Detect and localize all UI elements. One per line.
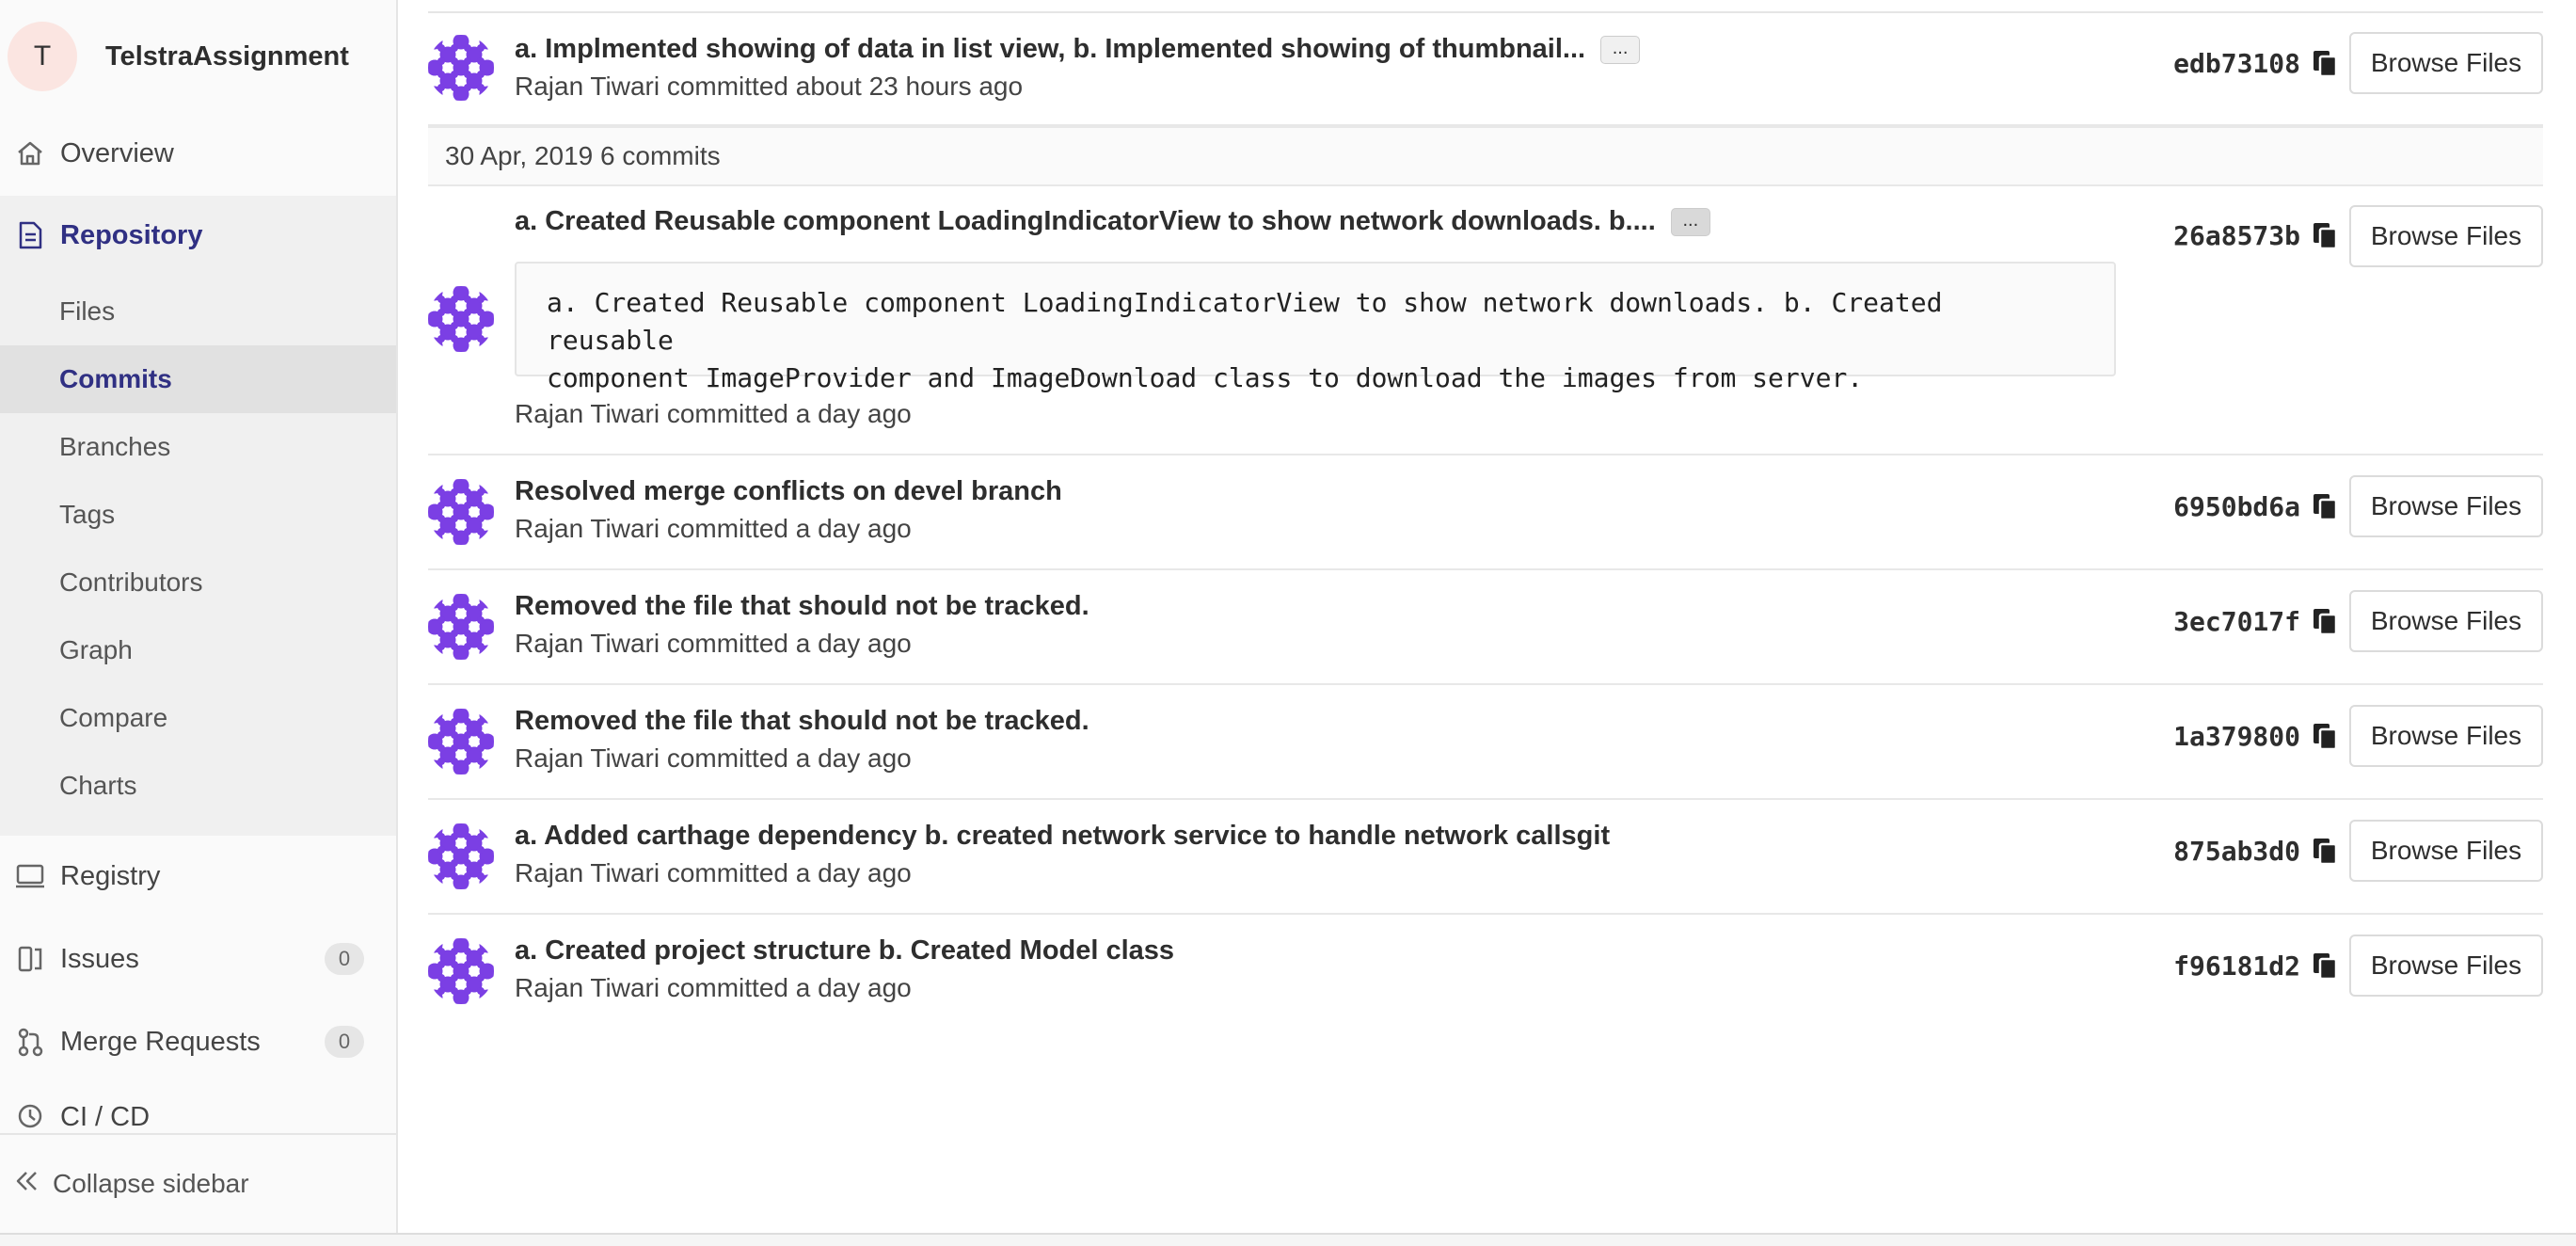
sidebar-subitem-graph[interactable]: Graph: [0, 616, 396, 684]
registry-icon: [13, 859, 47, 893]
sidebar-item-label: Registry: [60, 860, 161, 891]
commit-author-avatar[interactable]: [428, 709, 494, 775]
issues-icon: [13, 942, 47, 976]
project-header[interactable]: T TelstraAssignment: [0, 0, 396, 113]
sidebar-subitem-branches[interactable]: Branches: [0, 413, 396, 481]
doc-icon: [13, 218, 47, 252]
sidebar-item-label: Repository: [60, 219, 203, 250]
browse-files-button[interactable]: Browse Files: [2349, 590, 2543, 652]
commit-title[interactable]: Removed the file that should not be trac…: [515, 706, 1089, 737]
commit-title[interactable]: a. Created Reusable component LoadingInd…: [515, 206, 1710, 237]
sidebar-subitem-charts[interactable]: Charts: [0, 752, 396, 820]
commit-title[interactable]: a. Added carthage dependency b. created …: [515, 821, 1610, 852]
project-name[interactable]: TelstraAssignment: [105, 41, 349, 72]
expand-description-button[interactable]: ...: [1670, 208, 1710, 237]
sidebar: T TelstraAssignment Overview Repository …: [0, 0, 398, 1233]
commit-author-avatar[interactable]: [428, 479, 494, 545]
commit-meta: Rajan Tiwari committed about 23 hours ag…: [515, 72, 1024, 101]
commits-list: a. Implmented showing of data in list vi…: [398, 0, 2576, 1233]
commit-meta: Rajan Tiwari committed a day ago: [515, 399, 912, 428]
copy-icon[interactable]: [2312, 951, 2338, 980]
commit-meta: Rajan Tiwari committed a day ago: [515, 858, 912, 887]
browse-files-button[interactable]: Browse Files: [2349, 705, 2543, 767]
commit-sha[interactable]: 875ab3d0: [2173, 836, 2300, 867]
sidebar-item-registry[interactable]: Registry: [0, 843, 396, 909]
copy-icon[interactable]: [2312, 492, 2338, 520]
commit-row: Removed the file that should not be trac…: [428, 685, 2543, 800]
browse-files-button[interactable]: Browse Files: [2349, 934, 2543, 997]
commit-row: Resolved merge conflicts on devel branch…: [428, 455, 2543, 570]
browse-files-button[interactable]: Browse Files: [2349, 475, 2543, 537]
sidebar-item-label: Merge Requests: [60, 1026, 261, 1057]
sidebar-item-label: Overview: [60, 137, 174, 168]
commit-row: a. Created Reusable component LoadingInd…: [428, 186, 2543, 455]
commit-row: Removed the file that should not be trac…: [428, 570, 2543, 685]
sidebar-item-issues[interactable]: Issues 0: [0, 926, 396, 992]
browse-files-button[interactable]: Browse Files: [2349, 205, 2543, 267]
commit-title-text[interactable]: a. Implmented showing of data in list vi…: [515, 34, 1585, 64]
commit-author-avatar[interactable]: [428, 286, 494, 352]
sidebar-item-label: Issues: [60, 943, 139, 974]
commit-author-avatar[interactable]: [428, 823, 494, 889]
copy-icon[interactable]: [2312, 722, 2338, 750]
copy-icon[interactable]: [2312, 49, 2338, 77]
sidebar-item-cicd[interactable]: CI / CD: [0, 1092, 396, 1133]
sidebar-item-merge-requests[interactable]: Merge Requests 0: [0, 1009, 396, 1075]
sidebar-item-repository[interactable]: Repository: [0, 202, 396, 268]
commit-row: a. Implmented showing of data in list vi…: [428, 13, 2543, 126]
issues-count-badge: 0: [325, 943, 364, 975]
commit-author-avatar[interactable]: [428, 35, 494, 101]
sidebar-subitem-files[interactable]: Files: [0, 278, 396, 345]
commit-title[interactable]: a. Created project structure b. Created …: [515, 935, 1174, 966]
home-icon: [13, 136, 47, 170]
collapse-icon: [13, 1168, 41, 1201]
commit-sha[interactable]: 3ec7017f: [2173, 606, 2300, 637]
commit-meta: Rajan Tiwari committed a day ago: [515, 743, 912, 773]
commit-meta: Rajan Tiwari committed a day ago: [515, 973, 912, 1002]
commit-title-text[interactable]: a. Created Reusable component LoadingInd…: [515, 206, 1656, 236]
sidebar-subitem-tags[interactable]: Tags: [0, 481, 396, 549]
commit-sha[interactable]: 1a379800: [2173, 721, 2300, 752]
sidebar-item-overview[interactable]: Overview: [0, 120, 396, 186]
commit-sha[interactable]: 6950bd6a: [2173, 491, 2300, 522]
commit-row: a. Created project structure b. Created …: [428, 915, 2543, 1014]
expand-description-button[interactable]: ...: [1600, 36, 1641, 65]
commit-row: a. Added carthage dependency b. created …: [428, 800, 2543, 915]
copy-icon[interactable]: [2312, 221, 2338, 249]
commit-description: a. Created Reusable component LoadingInd…: [515, 262, 2116, 393]
copy-icon[interactable]: [2312, 837, 2338, 865]
project-avatar: T: [8, 22, 77, 91]
collapse-sidebar-button[interactable]: Collapse sidebar: [0, 1133, 396, 1233]
sidebar-subitem-commits[interactable]: Commits: [0, 345, 396, 413]
browse-files-button[interactable]: Browse Files: [2349, 32, 2543, 94]
merge-requests-count-badge: 0: [325, 1026, 364, 1058]
cicd-icon: [13, 1099, 47, 1133]
commit-title[interactable]: a. Implmented showing of data in list vi…: [515, 34, 1641, 65]
commit-sha[interactable]: f96181d2: [2173, 950, 2300, 982]
commit-author-avatar[interactable]: [428, 594, 494, 660]
commit-title[interactable]: Resolved merge conflicts on devel branch: [515, 476, 1062, 507]
horizontal-scrollbar[interactable]: [0, 1233, 2576, 1246]
commit-meta: Rajan Tiwari committed a day ago: [515, 629, 912, 658]
commit-sha[interactable]: edb73108: [2173, 48, 2300, 79]
sidebar-subitem-contributors[interactable]: Contributors: [0, 549, 396, 616]
commit-meta: Rajan Tiwari committed a day ago: [515, 514, 912, 543]
sidebar-subitem-compare[interactable]: Compare: [0, 684, 396, 752]
day-header: 30 Apr, 2019 6 commits: [428, 126, 2543, 186]
browse-files-button[interactable]: Browse Files: [2349, 820, 2543, 882]
sidebar-item-label: CI / CD: [60, 1102, 151, 1132]
merge-request-icon: [13, 1025, 47, 1059]
copy-icon[interactable]: [2312, 607, 2338, 635]
commit-sha[interactable]: 26a8573b: [2173, 220, 2300, 251]
collapse-sidebar-label: Collapse sidebar: [53, 1169, 249, 1198]
commit-title[interactable]: Removed the file that should not be trac…: [515, 591, 1089, 622]
commit-author-avatar[interactable]: [428, 938, 494, 1004]
